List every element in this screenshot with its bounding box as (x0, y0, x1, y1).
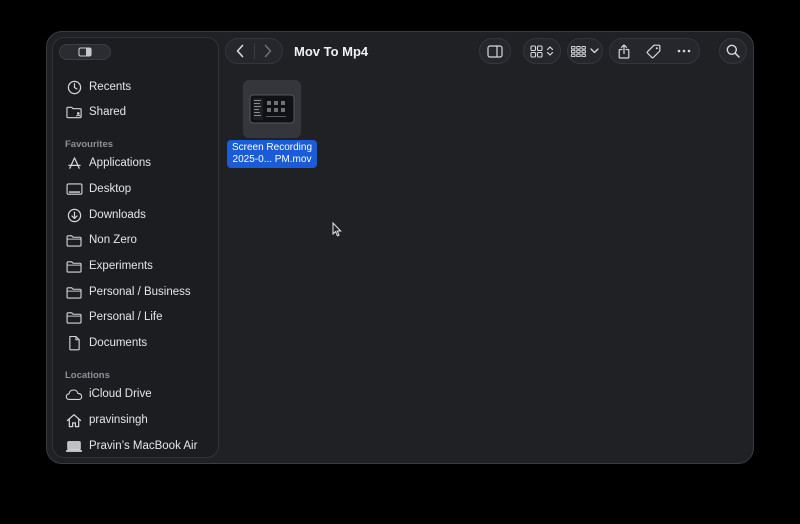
forward-button[interactable] (255, 44, 283, 58)
sidebar-section-locations: Locations (65, 370, 110, 381)
preview-pane-button[interactable] (479, 38, 511, 64)
applications-icon (65, 154, 83, 172)
sidebar-icon (78, 47, 92, 57)
icon-grid-icon (530, 44, 543, 58)
ellipsis-icon (677, 49, 691, 53)
sidebar-item-non-zero[interactable]: Non Zero (65, 229, 215, 251)
desktop-icon (65, 180, 83, 198)
sidebar-item-label: Pravin’s MacBook Air (89, 440, 198, 452)
navigation-button-group (225, 38, 283, 64)
sidebar: Recents Shared Favourites Applications D… (52, 37, 219, 458)
tag-button[interactable] (646, 44, 661, 59)
sidebar-item-label: Desktop (89, 183, 132, 195)
sidebar-section-favourites: Favourites (65, 139, 114, 150)
chevron-up-down-icon (546, 46, 554, 56)
folder-icon (65, 231, 83, 249)
sidebar-item-icloud-drive[interactable]: iCloud Drive (65, 383, 215, 405)
file-name-line-1: Screen Recording (231, 142, 313, 153)
sidebar-item-personal-life[interactable]: Personal / Life (65, 306, 215, 328)
sidebar-item-label: Shared (89, 106, 127, 118)
document-icon (65, 334, 83, 352)
share-icon (618, 43, 630, 59)
file-name-label[interactable]: Screen Recording 2025-0... PM.mov (227, 140, 317, 168)
sidebar-toggle-button[interactable] (59, 44, 111, 60)
sidebar-item-documents[interactable]: Documents (65, 332, 215, 354)
sidebar-item-label: Documents (89, 337, 148, 349)
sidebar-item-personal-business[interactable]: Personal / Business (65, 281, 215, 303)
sidebar-item-experiments[interactable]: Experiments (65, 255, 215, 277)
sidebar-item-label: Downloads (89, 209, 146, 221)
sidebar-item-desktop[interactable]: Desktop (65, 178, 215, 200)
sidebar-item-macbook-air[interactable]: Pravin’s MacBook Air (65, 435, 215, 457)
file-name-line-2: 2025-0... PM.mov (232, 154, 312, 165)
shared-folder-icon (65, 103, 83, 121)
window-title: Mov To Mp4 (294, 44, 369, 59)
group-grid-icon (571, 45, 586, 57)
actions-button-group (609, 38, 700, 64)
mouse-cursor-icon (332, 221, 342, 242)
group-by-button[interactable] (567, 38, 603, 64)
sidebar-item-label: Experiments (89, 260, 153, 272)
video-thumbnail-icon (249, 94, 295, 124)
tag-icon (646, 44, 661, 58)
folder-icon (65, 257, 83, 275)
folder-icon (65, 283, 83, 301)
folder-icon (65, 308, 83, 326)
chevron-down-icon (590, 48, 599, 54)
sidebar-item-label: Applications (89, 157, 152, 169)
back-button[interactable] (226, 44, 254, 58)
sidebar-item-label: iCloud Drive (89, 388, 152, 400)
chevron-left-icon (236, 44, 244, 58)
sidebar-item-shared[interactable]: Shared (65, 101, 215, 123)
preview-pane-icon (487, 44, 503, 58)
cloud-icon (65, 385, 83, 403)
download-icon (65, 206, 83, 224)
sidebar-item-recents[interactable]: Recents (65, 76, 215, 98)
sidebar-item-label: Recents (89, 81, 132, 93)
finder-window: Recents Shared Favourites Applications D… (46, 31, 754, 464)
sidebar-item-label: pravinsingh (89, 414, 148, 426)
sidebar-item-downloads[interactable]: Downloads (65, 204, 215, 226)
file-thumbnail[interactable] (243, 80, 301, 138)
share-button[interactable] (618, 43, 630, 59)
clock-icon (65, 78, 83, 96)
sidebar-item-label: Personal / Business (89, 286, 191, 298)
view-mode-button[interactable] (523, 38, 561, 64)
sidebar-item-label: Personal / Life (89, 311, 163, 323)
home-icon (65, 411, 83, 429)
chevron-right-icon (264, 44, 272, 58)
search-icon (726, 44, 740, 58)
laptop-icon (65, 437, 83, 455)
sidebar-item-label: Non Zero (89, 234, 137, 246)
search-button[interactable] (719, 38, 747, 64)
sidebar-item-home[interactable]: pravinsingh (65, 409, 215, 431)
more-actions-button[interactable] (677, 49, 691, 53)
sidebar-item-applications[interactable]: Applications (65, 152, 215, 174)
